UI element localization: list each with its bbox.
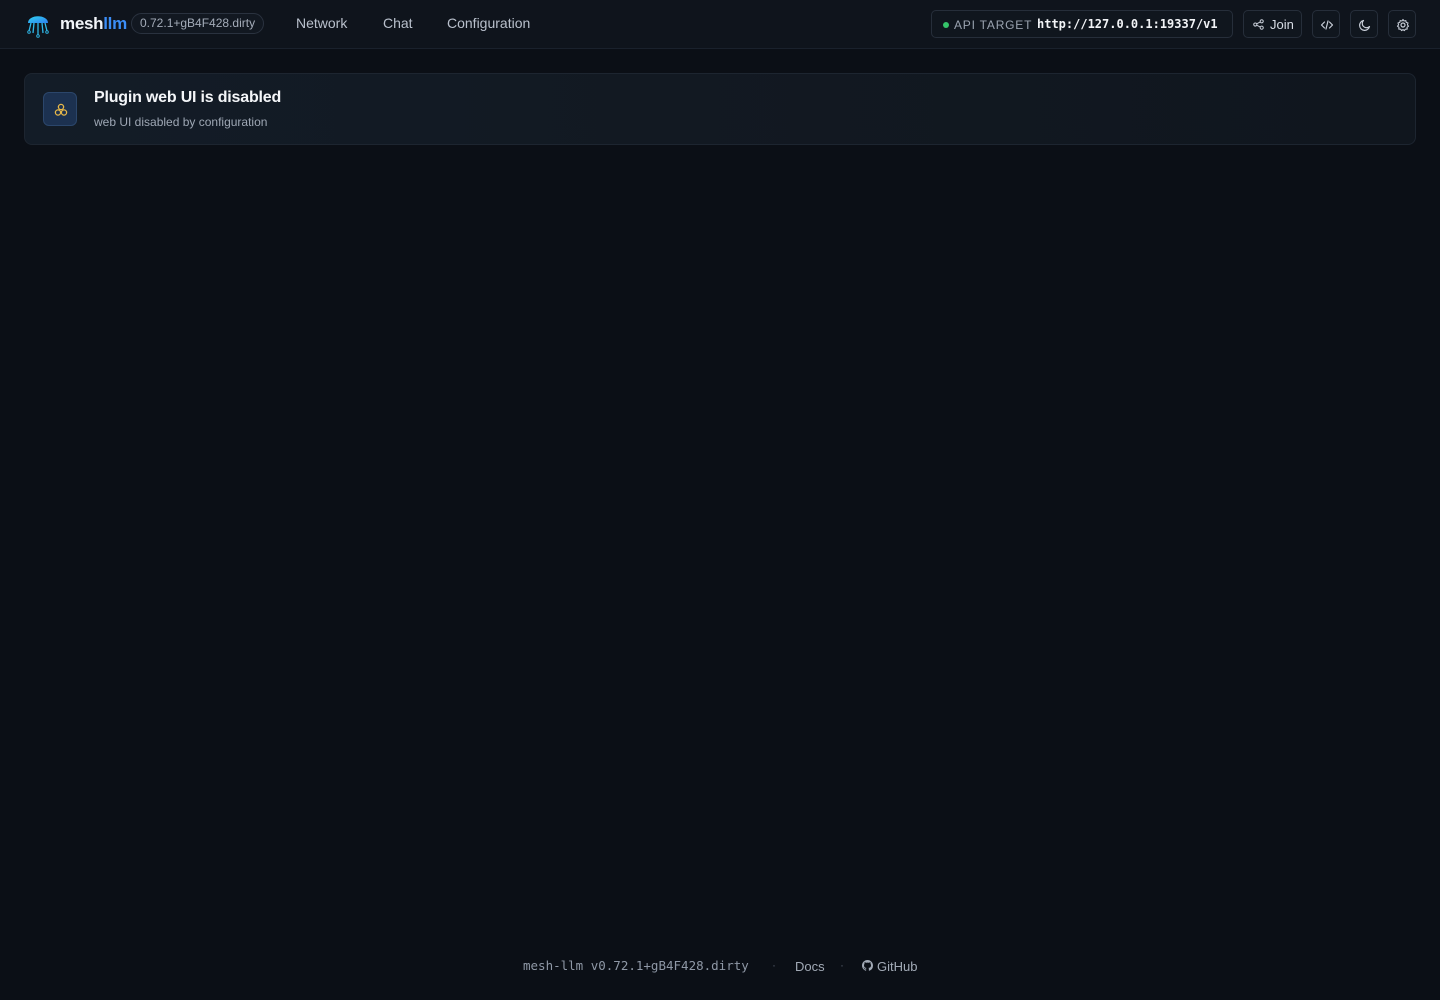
- footer-separator: ·: [772, 958, 776, 972]
- api-target-url: http://127.0.0.1:19337/v1: [1037, 17, 1218, 31]
- api-status-dot: [943, 22, 949, 28]
- brand-name-part2: llm: [103, 14, 127, 33]
- api-target-indicator[interactable]: API TARGET http://127.0.0.1:19337/v1: [931, 10, 1233, 38]
- settings-button[interactable]: [1388, 10, 1416, 38]
- brand-name[interactable]: meshllm: [60, 14, 127, 34]
- jellyfish-logo-icon[interactable]: [24, 9, 52, 39]
- nav-network[interactable]: Network: [296, 15, 347, 31]
- nav-chat[interactable]: Chat: [383, 15, 413, 31]
- gear-icon: [1396, 18, 1410, 32]
- api-code-button[interactable]: [1312, 10, 1340, 38]
- brand-name-part1: mesh: [60, 14, 104, 33]
- footer: mesh-llm v0.72.1+gB4F428.dirty · Docs · …: [0, 957, 1440, 977]
- notice-subtitle: web UI disabled by configuration: [94, 115, 268, 129]
- share-icon: [1253, 19, 1264, 30]
- code-icon: [1320, 20, 1334, 30]
- nav-configuration[interactable]: Configuration: [447, 15, 530, 31]
- plugin-disabled-notice: Plugin web UI is disabled web UI disable…: [24, 73, 1416, 145]
- join-button[interactable]: Join: [1243, 10, 1302, 38]
- github-icon[interactable]: [862, 960, 873, 971]
- footer-version: mesh-llm v0.72.1+gB4F428.dirty: [523, 958, 749, 973]
- version-badge: 0.72.1+gB4F428.dirty: [131, 13, 265, 34]
- moon-icon: [1359, 19, 1371, 31]
- top-navigation-bar: meshllm 0.72.1+gB4F428.dirty Network Cha…: [0, 0, 1440, 49]
- api-target-label: API TARGET: [954, 18, 1033, 32]
- plugin-icon: [54, 103, 68, 116]
- plugin-icon-badge: [43, 92, 77, 126]
- join-button-label: Join: [1270, 17, 1294, 32]
- github-link[interactable]: GitHub: [877, 959, 917, 974]
- footer-separator: ·: [840, 958, 844, 972]
- notice-title: Plugin web UI is disabled: [94, 89, 282, 106]
- theme-toggle-button[interactable]: [1350, 10, 1378, 38]
- docs-link[interactable]: Docs: [795, 959, 825, 974]
